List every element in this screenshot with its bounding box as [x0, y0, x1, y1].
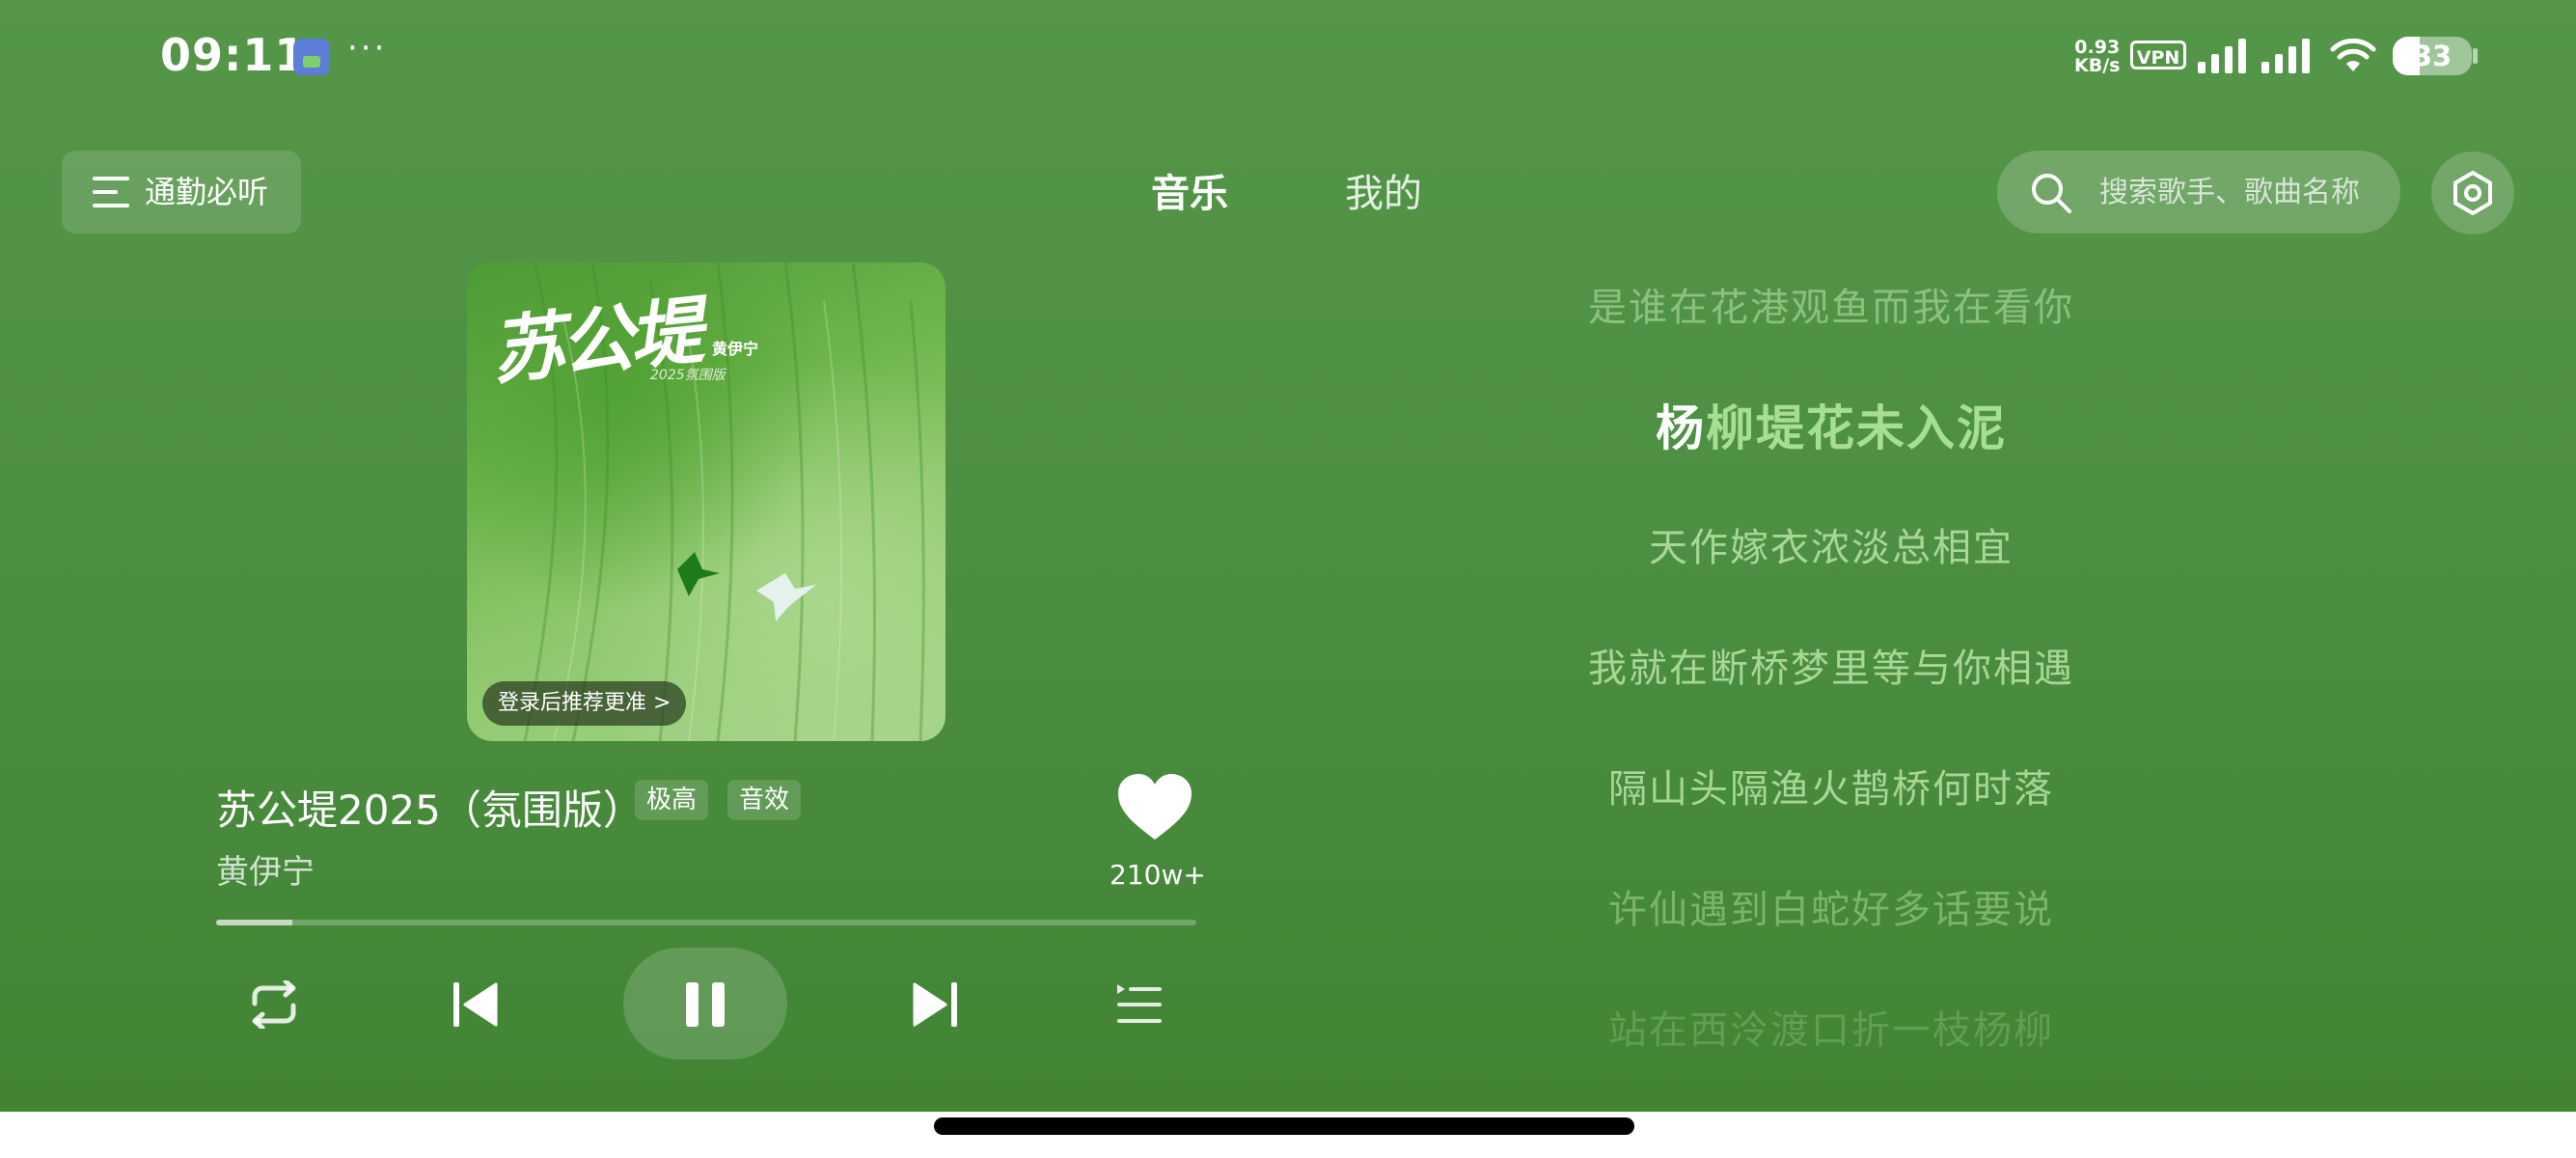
battery-icon: 33	[2393, 37, 2472, 75]
lyric-line[interactable]: 站在西泠渡口折一枝杨柳	[1349, 999, 2314, 1055]
album-artist-text: 黄伊宁	[712, 340, 759, 358]
network-speed-unit: KB/s	[2074, 55, 2121, 76]
like-count: 210w+	[1110, 859, 1206, 891]
pause-icon	[686, 982, 725, 1027]
battery-level: 33	[2412, 40, 2453, 72]
music-player-screen: 09:11 ··· 0.93 KB/s VPN 33 通勤必听 音乐 我的 搜索…	[0, 0, 2576, 1112]
wifi-icon	[2330, 39, 2376, 71]
lyric-line[interactable]: 我就在断桥梦里等与你相遇	[1349, 637, 2314, 693]
previous-icon[interactable]	[452, 980, 500, 1029]
lyric-current-line[interactable]: 杨柳堤花未入泥	[1349, 390, 2314, 459]
search-icon	[2032, 174, 2071, 213]
tab-mine[interactable]: 我的	[1345, 162, 1422, 218]
home-indicator[interactable]	[934, 1117, 1634, 1135]
quality-badge[interactable]: 极高	[635, 780, 709, 820]
playlist-menu-label: 通勤必听	[145, 174, 269, 210]
progress-bar[interactable]	[216, 920, 1196, 925]
notification-app-icon	[293, 39, 330, 75]
settings-button[interactable]	[2431, 152, 2514, 234]
lyric-sung-part: 杨	[1656, 400, 1706, 456]
signal-icon	[2198, 39, 2310, 73]
playlist-menu-button[interactable]: 通勤必听	[62, 151, 301, 234]
lyric-line[interactable]: 是谁在花港观鱼而我在看你	[1349, 276, 2314, 332]
song-artist[interactable]: 黄伊宁	[216, 845, 315, 893]
playlist-icon[interactable]	[1115, 982, 1164, 1027]
repeat-icon[interactable]	[247, 980, 301, 1029]
login-recommend-button[interactable]: 登录后推荐更准 >	[482, 681, 687, 726]
pause-button[interactable]	[623, 948, 787, 1060]
lyric-line[interactable]: 隔山头隔渔火鹊桥何时落	[1349, 758, 2314, 813]
sound-effect-badge[interactable]: 音效	[727, 780, 802, 820]
heart-icon[interactable]	[1116, 772, 1193, 841]
album-cover[interactable]: 苏公堤 黄伊宁 2025氛围版 登录后推荐更准 >	[467, 262, 945, 741]
progress-fill	[216, 920, 293, 925]
battery-tip	[2473, 48, 2478, 64]
search-input[interactable]	[2099, 151, 2389, 234]
more-notifications-dots: ···	[347, 29, 388, 68]
tab-music[interactable]: 音乐	[1151, 162, 1228, 218]
lyric-unsung-part: 柳堤花未入泥	[1706, 400, 2007, 456]
network-speed: 0.93 KB/s	[2074, 39, 2120, 75]
next-icon[interactable]	[911, 980, 959, 1029]
status-time: 09:11	[160, 29, 307, 81]
menu-icon	[93, 177, 129, 207]
lyric-line[interactable]: 许仙遇到白蛇好多话要说	[1349, 878, 2314, 934]
album-edition-text: 2025氛围版	[650, 368, 726, 383]
song-title: 苏公堤2025（氛围版）	[216, 786, 644, 834]
lyric-line[interactable]: 天作嫁衣浓淡总相宜	[1349, 516, 2314, 572]
search-bar[interactable]	[1997, 151, 2400, 234]
settings-icon	[2453, 171, 2492, 215]
vpn-badge: VPN	[2130, 41, 2186, 69]
